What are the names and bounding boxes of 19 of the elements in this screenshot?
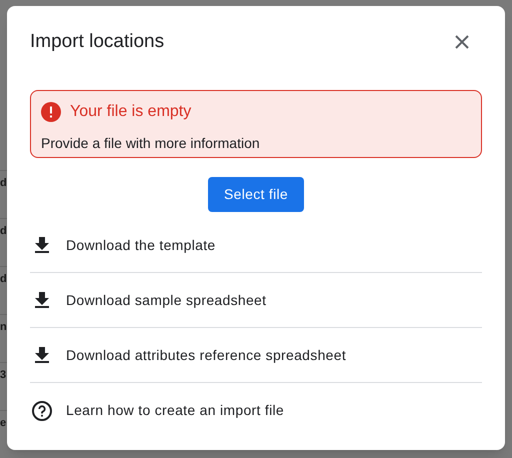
error-icon — [41, 102, 61, 122]
error-title: Your file is empty — [70, 102, 192, 122]
row-text: d — [0, 273, 7, 285]
row-text: n — [0, 321, 7, 333]
select-file-button[interactable]: Select file — [208, 177, 304, 212]
download-link[interactable]: Download attributes reference spreadsheet — [30, 328, 482, 383]
error-message: Provide a file with more information — [41, 134, 261, 153]
help-icon — [32, 400, 52, 420]
download-link[interactable]: Download sample spreadsheet — [30, 273, 482, 328]
dialog-title: Import locations — [30, 30, 164, 54]
download-link[interactable]: Download the template — [30, 218, 482, 273]
download-icon — [35, 347, 49, 363]
help-link[interactable]: Learn how to create an import file — [30, 383, 482, 438]
row-text: d — [0, 177, 7, 189]
download-icon — [35, 292, 49, 308]
row-text: d — [0, 225, 7, 237]
download-icon — [35, 237, 49, 253]
row-text: e — [0, 417, 6, 429]
row-text: 3 — [0, 369, 6, 381]
